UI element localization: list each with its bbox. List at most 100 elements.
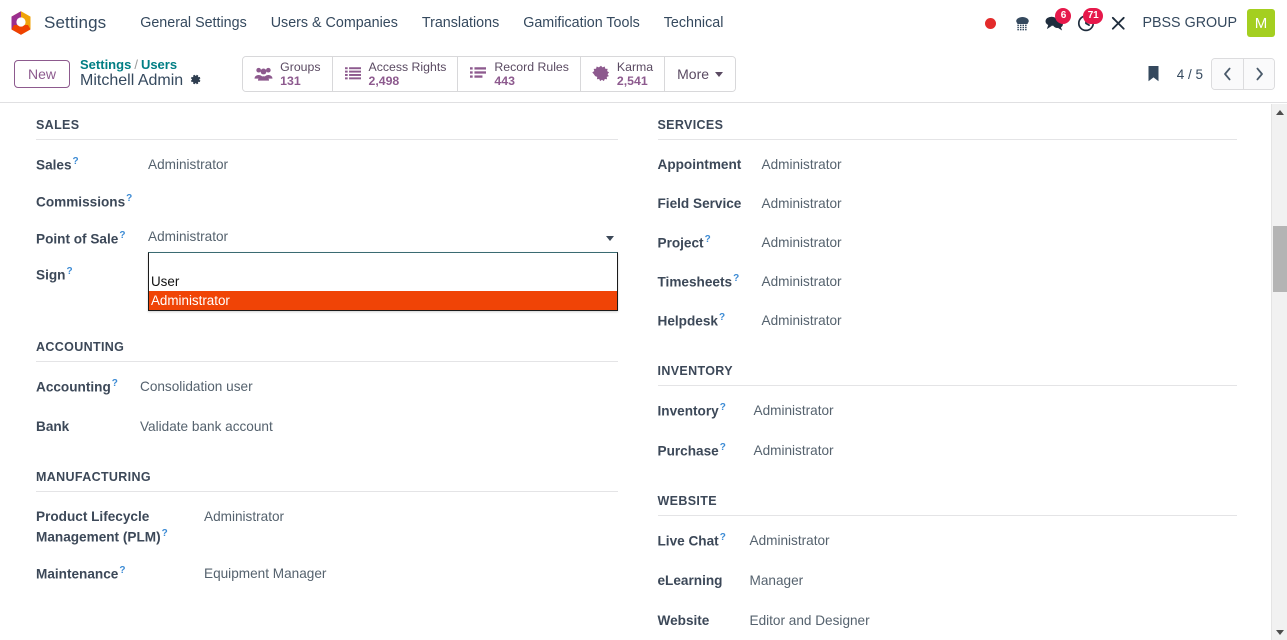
field-value-elearning[interactable]: Manager	[750, 568, 804, 591]
select-selected-value: Administrator	[148, 229, 229, 244]
section-title-sales: SALES	[36, 118, 618, 140]
chevron-down-icon	[605, 236, 614, 241]
tooltip-icon[interactable]: ?	[119, 565, 125, 576]
menu-item-technical[interactable]: Technical	[652, 9, 736, 37]
form-sheet: SALES Sales? Administrator Commissions?	[0, 104, 1287, 640]
field-value-sales[interactable]: Administrator	[148, 152, 228, 175]
activities-count-badge: 71	[1082, 8, 1104, 24]
more-button[interactable]: More	[665, 57, 736, 91]
section-services: SERVICES Appointment Administrator Field…	[657, 118, 1238, 334]
field-value-helpdesk[interactable]: Administrator	[762, 308, 842, 331]
field-value-timesheets[interactable]: Administrator	[762, 269, 842, 292]
tooltip-icon[interactable]: ?	[720, 402, 726, 413]
scroll-up-arrow-icon[interactable]	[1272, 104, 1287, 120]
gear-icon[interactable]	[189, 73, 202, 89]
tooltip-icon[interactable]: ?	[119, 230, 125, 241]
messages-icon[interactable]: 6	[1038, 7, 1072, 39]
stat-label-record-rules: Record Rules	[494, 59, 569, 74]
field-label-maintenance: Maintenance?	[36, 564, 126, 582]
field-value-inventory[interactable]: Administrator	[754, 398, 834, 421]
field-value-field-service[interactable]: Administrator	[762, 191, 842, 214]
field-value-plm[interactable]: Administrator	[204, 504, 284, 527]
tooltip-icon[interactable]: ?	[112, 378, 118, 389]
section-title-website: WEBSITE	[657, 494, 1237, 516]
menu-item-general-settings[interactable]: General Settings	[128, 9, 259, 37]
vertical-scrollbar[interactable]	[1271, 104, 1287, 640]
field-label-sales: Sales?	[36, 156, 79, 173]
form-column-right: SERVICES Appointment Administrator Field…	[644, 118, 1268, 640]
stat-label-access-rights: Access Rights	[368, 59, 447, 74]
field-value-project[interactable]: Administrator	[762, 230, 842, 253]
tooltip-icon[interactable]: ?	[720, 442, 726, 453]
phone-icon[interactable]	[1006, 7, 1038, 39]
field-label-elearning: eLearning	[657, 573, 723, 588]
field-label-bank: Bank	[36, 419, 70, 434]
field-row-website: Website Editor and Designer	[658, 608, 1238, 634]
field-row-purchase: Purchase? Administrator	[658, 438, 1238, 464]
select-point-of-sale[interactable]: Administrator	[148, 226, 618, 247]
new-button[interactable]: New	[14, 60, 71, 88]
chevron-down-icon	[715, 71, 724, 77]
select-option-administrator[interactable]: Administrator	[149, 291, 617, 310]
field-label-plm: Product Lifecycle Management (PLM)?	[36, 509, 168, 545]
bookmark-icon[interactable]	[1140, 65, 1177, 83]
field-value-purchase[interactable]: Administrator	[754, 438, 834, 461]
field-value-appointment[interactable]: Administrator	[762, 152, 842, 175]
activity-clock-icon[interactable]: 71	[1070, 7, 1104, 39]
app-name[interactable]: Settings	[44, 13, 106, 33]
breadcrumb-item-users[interactable]: Users	[141, 57, 177, 72]
field-value-accounting[interactable]: Consolidation user	[140, 374, 253, 397]
avatar[interactable]: M	[1247, 9, 1275, 37]
stat-button-karma[interactable]: Karma 2,541	[580, 57, 666, 91]
tooltip-icon[interactable]: ?	[719, 312, 725, 323]
tooltip-icon[interactable]: ?	[73, 156, 79, 167]
section-sales: SALES Sales? Administrator Commissions?	[36, 118, 618, 311]
more-button-label: More	[677, 66, 710, 82]
select-wrapper-point-of-sale: Administrator User Administrator	[148, 226, 618, 311]
stat-button-access-rights[interactable]: Access Rights 2,498	[332, 57, 459, 91]
tooltip-icon[interactable]: ?	[126, 193, 132, 204]
field-value-maintenance[interactable]: Equipment Manager	[204, 561, 326, 584]
field-value-live-chat[interactable]: Administrator	[750, 528, 830, 551]
tooltip-icon[interactable]: ?	[733, 273, 739, 284]
field-row-live-chat: Live Chat? Administrator	[658, 528, 1238, 554]
karma-starburst-icon	[592, 65, 610, 83]
odoo-logo-icon[interactable]	[8, 10, 34, 36]
menu-item-translations[interactable]: Translations	[410, 9, 511, 37]
field-row-point-of-sale: Point of Sale? Administrator User Admini…	[36, 226, 618, 311]
scrollbar-thumb[interactable]	[1273, 226, 1287, 292]
select-option-blank[interactable]	[149, 253, 617, 272]
tooltip-icon[interactable]: ?	[720, 532, 726, 543]
stat-button-record-rules[interactable]: Record Rules 443	[458, 57, 581, 91]
field-value-website[interactable]: Editor and Designer	[750, 608, 870, 631]
field-row-project: Project? Administrator	[658, 230, 1238, 256]
field-row-accounting: Accounting? Consolidation user	[36, 374, 618, 400]
company-name[interactable]: PBSS GROUP	[1134, 15, 1247, 31]
field-value-bank[interactable]: Validate bank account	[140, 414, 273, 437]
control-panel: New Settings / Users Mitchell Admin Grou…	[0, 46, 1287, 103]
section-website: WEBSITE Live Chat? Administrator eLearni…	[657, 494, 1238, 634]
menu-item-gamification-tools[interactable]: Gamification Tools	[511, 9, 652, 37]
select-dropdown-list: User Administrator	[148, 252, 618, 311]
select-option-user[interactable]: User	[149, 272, 617, 291]
tooltip-icon[interactable]: ?	[162, 528, 168, 539]
pager-count[interactable]: 4 / 5	[1177, 67, 1211, 82]
section-title-services: SERVICES	[657, 118, 1237, 140]
stat-buttons-group: Groups 131 Access Rights 2,498 Record Ru…	[242, 56, 737, 92]
breadcrumb-item-settings[interactable]: Settings	[80, 57, 131, 72]
stat-value-access-rights: 2,498	[368, 74, 400, 88]
field-row-elearning: eLearning Manager	[658, 568, 1238, 594]
tooltip-icon[interactable]: ?	[66, 266, 72, 277]
pager-next-button[interactable]	[1243, 59, 1274, 89]
field-label-timesheets: Timesheets?	[657, 273, 740, 290]
form-column-left: SALES Sales? Administrator Commissions?	[20, 118, 644, 640]
pager-previous-button[interactable]	[1212, 59, 1243, 89]
field-label-helpdesk: Helpdesk?	[657, 312, 726, 329]
field-label-sign: Sign?	[36, 266, 73, 283]
stat-button-groups[interactable]: Groups 131	[243, 57, 333, 91]
bug-tools-icon[interactable]	[1102, 7, 1134, 39]
scroll-down-arrow-icon[interactable]	[1272, 624, 1287, 640]
tooltip-icon[interactable]: ?	[705, 234, 711, 245]
menu-item-users-companies[interactable]: Users & Companies	[259, 9, 410, 37]
record-dot-icon[interactable]	[974, 7, 1006, 39]
